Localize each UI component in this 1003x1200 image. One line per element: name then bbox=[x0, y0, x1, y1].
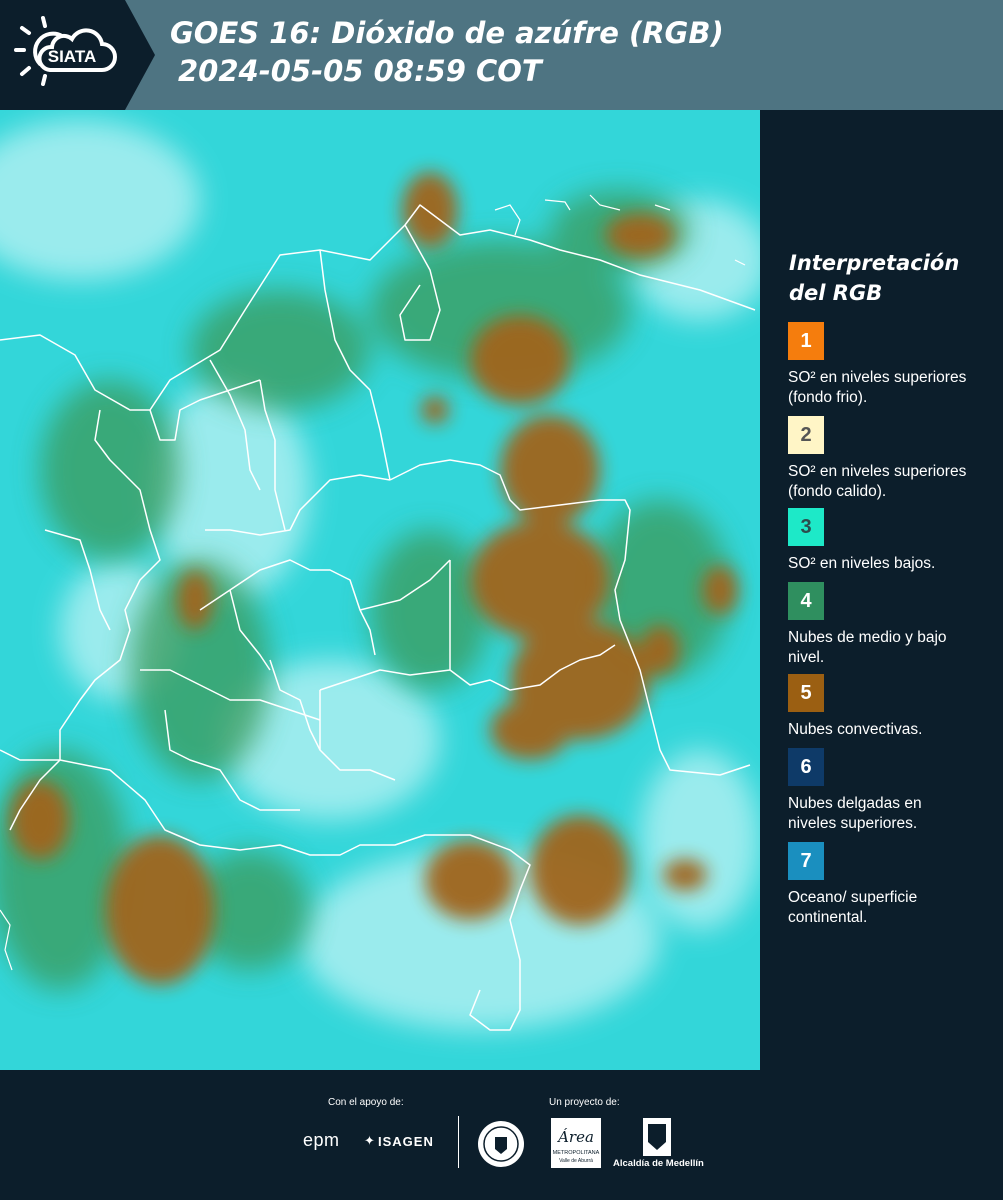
isagen-logo: ISAGEN bbox=[378, 1134, 434, 1149]
legend-panel: Interpretación del RGB 1 SO² en niveles … bbox=[760, 110, 1003, 1070]
svg-text:SIATA: SIATA bbox=[48, 47, 96, 66]
legend-label-5: Nubes convectivas. bbox=[788, 721, 923, 738]
alcaldia-label: Alcaldía de Medellín bbox=[613, 1158, 704, 1169]
sun-cloud-icon: SIATA bbox=[14, 16, 117, 86]
svg-text:Valle de Aburrá: Valle de Aburrá bbox=[559, 1158, 593, 1164]
legend-title: Interpretación del RGB bbox=[789, 251, 960, 305]
legend-item-7: 7 Oceano/ superficie continental. bbox=[788, 842, 988, 928]
support-label: Con el apoyo de: bbox=[328, 1097, 404, 1108]
header-bar: SIATA GOES 16: Dióxido de azúfre (RGB) 2… bbox=[0, 0, 1003, 110]
svg-text:Área: Área bbox=[556, 1128, 594, 1146]
alcaldia-shield-icon bbox=[643, 1118, 671, 1156]
legend-swatch-5: 5 bbox=[788, 674, 824, 712]
footer-bar: Con el apoyo de: Un proyecto de: epm ✦ I… bbox=[0, 1070, 1003, 1200]
footer-divider bbox=[458, 1116, 459, 1168]
legend-label-4: Nubes de medio y bajo nivel. bbox=[788, 629, 947, 666]
title-line-1: GOES 16: Dióxido de azúfre (RGB) bbox=[170, 16, 724, 50]
legend-swatch-4: 4 bbox=[788, 582, 824, 620]
page-title: GOES 16: Dióxido de azúfre (RGB) 2024-05… bbox=[170, 14, 724, 90]
legend-label-6: Nubes delgadas en niveles superiores. bbox=[788, 795, 922, 832]
medellin-seal-icon bbox=[478, 1121, 524, 1167]
legend-swatch-1: 1 bbox=[788, 322, 824, 360]
area-metropolitana-logo: Área METROPOLITANA Valle de Aburrá bbox=[551, 1118, 601, 1168]
rgb-composite-image bbox=[0, 110, 760, 1070]
isagen-icon: ✦ bbox=[364, 1133, 375, 1148]
legend-swatch-2: 2 bbox=[788, 416, 824, 454]
title-line-2: 2024-05-05 08:59 COT bbox=[178, 54, 542, 88]
legend-label-1: SO² en niveles superiores (fondo frio). bbox=[788, 369, 967, 406]
legend-item-1: 1 SO² en niveles superiores (fondo frio)… bbox=[788, 322, 988, 408]
siata-logo: SIATA bbox=[0, 0, 155, 110]
satellite-map bbox=[0, 110, 760, 1070]
legend-item-4: 4 Nubes de medio y bajo nivel. bbox=[788, 582, 988, 668]
epm-logo: epm bbox=[303, 1130, 340, 1150]
legend-label-2: SO² en niveles superiores (fondo calido)… bbox=[788, 463, 967, 500]
legend-item-5: 5 Nubes convectivas. bbox=[788, 674, 988, 740]
legend-item-6: 6 Nubes delgadas en niveles superiores. bbox=[788, 748, 988, 834]
legend-swatch-6: 6 bbox=[788, 748, 824, 786]
legend-swatch-7: 7 bbox=[788, 842, 824, 880]
legend-swatch-3: 3 bbox=[788, 508, 824, 546]
svg-text:METROPOLITANA: METROPOLITANA bbox=[553, 1150, 600, 1156]
legend-label-7: Oceano/ superficie continental. bbox=[788, 889, 918, 926]
legend-label-3: SO² en niveles bajos. bbox=[788, 555, 936, 572]
project-label: Un proyecto de: bbox=[549, 1097, 620, 1108]
legend-item-2: 2 SO² en niveles superiores (fondo calid… bbox=[788, 416, 988, 502]
legend-item-3: 3 SO² en niveles bajos. bbox=[788, 508, 988, 574]
